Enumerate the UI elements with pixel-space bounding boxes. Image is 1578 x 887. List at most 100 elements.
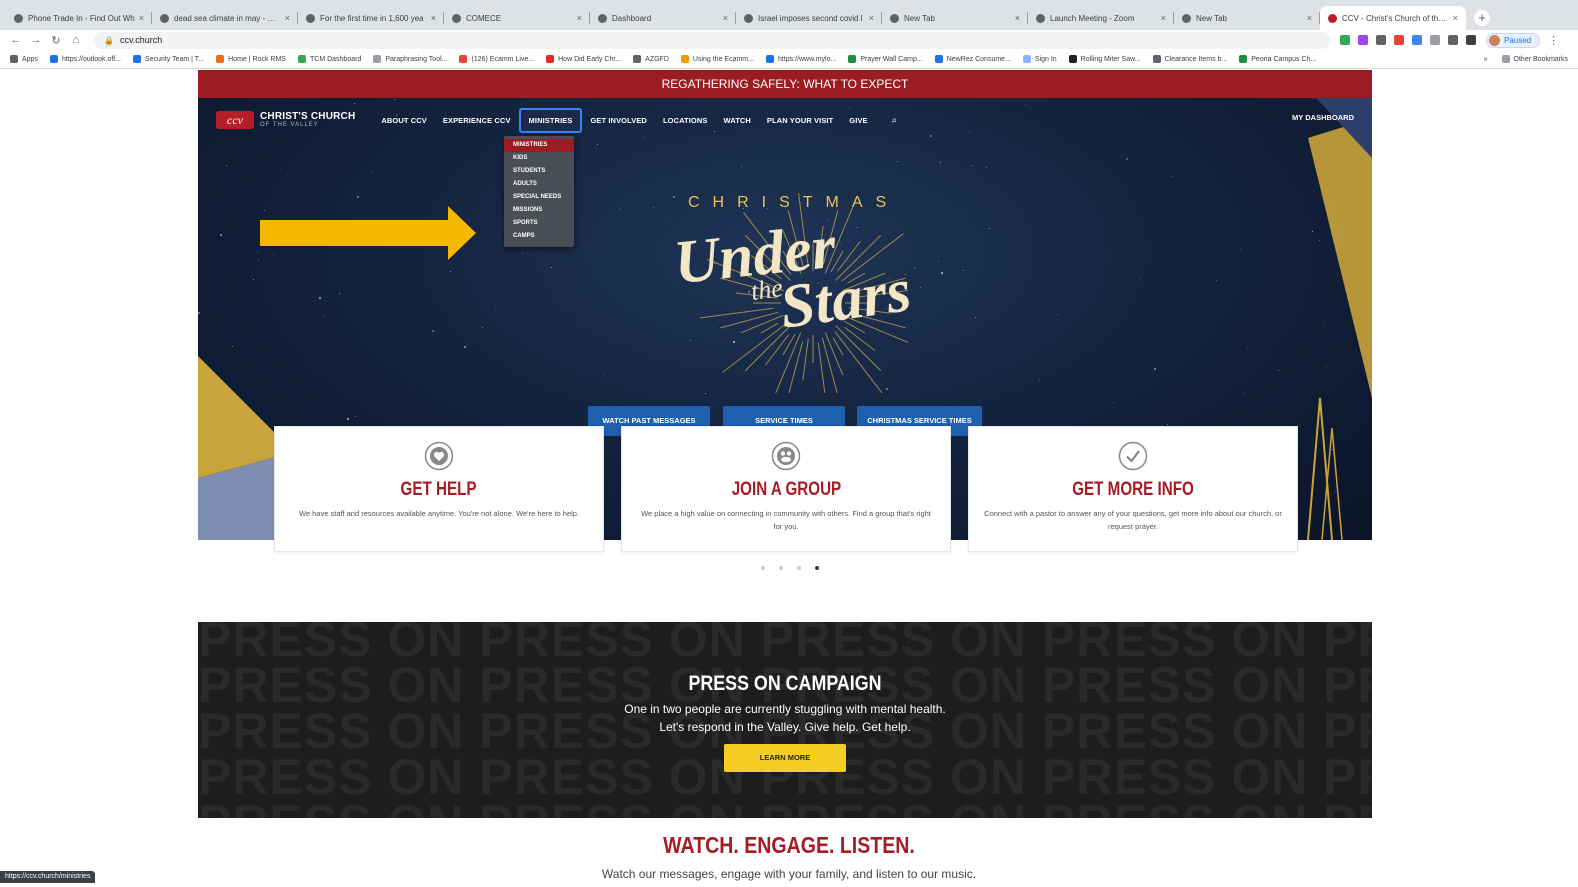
dropdown-item-students[interactable]: STUDENTS — [504, 165, 574, 178]
press-on-section: PRESS ON PRESS ON PRESS ON PRESS ON PRES… — [198, 622, 1372, 818]
folder-icon — [1501, 55, 1510, 63]
other-bookmarks-folder[interactable]: Other Bookmarks — [1501, 55, 1568, 63]
bookmark-item[interactable]: Sign In — [1022, 55, 1057, 63]
dropdown-item-camps[interactable]: CAMPS — [504, 230, 574, 243]
forward-icon[interactable]: → — [26, 34, 46, 46]
bookmark-item[interactable]: (126) Ecamm Live... — [459, 55, 534, 63]
extension-icon[interactable] — [1448, 35, 1458, 45]
my-dashboard-link[interactable]: MY DASHBOARD — [1292, 113, 1354, 122]
home-icon[interactable]: ⌂ — [66, 34, 86, 46]
nav-item-experience-ccv[interactable]: EXPERIENCE CCV — [435, 110, 519, 131]
browser-tab[interactable]: CCV - Christ's Church of the V × — [1320, 6, 1466, 30]
bookmark-item[interactable]: Paraphrasing Tool... — [373, 55, 447, 63]
back-icon[interactable]: ← — [6, 34, 26, 46]
profile-button[interactable]: Paused — [1486, 32, 1541, 48]
carousel-dot[interactable] — [761, 566, 765, 570]
carousel-dot[interactable] — [797, 566, 801, 570]
nav-item-ministries[interactable]: MINISTRIES — [518, 107, 583, 133]
bookmark-item[interactable]: TCM Dashboard — [297, 55, 361, 63]
new-tab-button[interactable]: + — [1474, 10, 1490, 26]
search-icon[interactable]: ⌕ — [892, 115, 898, 126]
nav-item-plan-your-visit[interactable]: PLAN YOUR VISIT — [759, 110, 841, 131]
group-icon — [771, 441, 801, 471]
bookmark-icon — [848, 55, 857, 63]
dropdown-item-special-needs[interactable]: SPECIAL NEEDS — [504, 191, 574, 204]
close-tab-icon[interactable]: × — [431, 13, 436, 23]
dropdown-item-sports[interactable]: SPORTS — [504, 217, 574, 230]
browser-tab[interactable]: Launch Meeting - Zoom × — [1028, 6, 1174, 30]
menu-kebab-icon[interactable]: ⋮ — [1548, 34, 1559, 47]
close-tab-icon[interactable]: × — [869, 13, 874, 23]
bookmark-item[interactable]: Peoria Campus Ch... — [1239, 55, 1316, 63]
tab-title: dead sea climate in may - Goo — [174, 13, 281, 23]
bookmark-label: Rolling Miter Saw... — [1080, 55, 1141, 63]
join-a-group-card[interactable]: JOIN A GROUP We place a high value on co… — [621, 426, 951, 552]
bookmark-item[interactable]: Apps — [10, 55, 38, 63]
extension-icon[interactable] — [1394, 35, 1404, 45]
address-bar[interactable]: 🔒 ccv.church ☆ — [94, 31, 1330, 50]
bookmark-item[interactable]: Clearance Items b... — [1152, 55, 1227, 63]
annotation-arrow-icon — [260, 206, 476, 260]
extension-icon[interactable] — [1430, 35, 1440, 45]
bookmark-item[interactable]: https://outlook.off... — [49, 55, 121, 63]
announcement-banner[interactable]: REGATHERING SAFELY: WHAT TO EXPECT — [198, 70, 1372, 98]
bookmarks-bar: Apps https://outlook.off... Security Team … — [0, 50, 1578, 69]
bookmark-label: https://www.mylo... — [777, 55, 837, 63]
dropdown-item-missions[interactable]: MISSIONS — [504, 204, 574, 217]
browser-tab[interactable]: COMECE × — [444, 6, 590, 30]
puzzle-icon[interactable] — [1466, 35, 1476, 45]
bookmark-item[interactable]: Security Team | T... — [133, 55, 204, 63]
carousel-dot[interactable] — [815, 566, 819, 570]
browser-tab[interactable]: Phone Trade In - Find Out Wh × — [6, 6, 152, 30]
site-logo[interactable]: ccv CHRIST'S CHURCH OF THE VALLEY — [216, 111, 355, 129]
close-tab-icon[interactable]: × — [1161, 13, 1166, 23]
bookmark-item[interactable]: Rolling Miter Saw... — [1068, 55, 1141, 63]
press-on-title: PRESS ON CAMPAIGN — [688, 672, 882, 695]
bookmark-item[interactable]: Prayer Wall Camp... — [848, 55, 923, 63]
bookmark-item[interactable]: Home | Rock RMS — [216, 55, 286, 63]
bookmark-icon — [49, 55, 58, 63]
tab-title: CCV - Christ's Church of the V — [1342, 13, 1449, 23]
nav-item-get-involved[interactable]: GET INVOLVED — [582, 110, 654, 131]
learn-more-button[interactable]: LEARN MORE — [724, 744, 846, 772]
bookmark-star-icon[interactable]: ☆ — [104, 39, 113, 50]
bookmark-item[interactable]: Using the Ecamm... — [680, 55, 754, 63]
dropdown-item-ministries[interactable]: MINISTRIES — [504, 139, 574, 152]
close-tab-icon[interactable]: × — [1453, 13, 1458, 23]
browser-tab[interactable]: New Tab × — [1174, 6, 1320, 30]
browser-tab[interactable]: Dashboard × — [590, 6, 736, 30]
close-tab-icon[interactable]: × — [1307, 13, 1312, 23]
get-help-card[interactable]: GET HELP We have staff and resources ava… — [274, 426, 604, 552]
bookmark-icon — [1022, 55, 1031, 63]
watch-section-subtitle: Watch our messages, engage with your fam… — [601, 867, 977, 881]
extension-icon[interactable] — [1376, 35, 1386, 45]
browser-tab[interactable]: New Tab × — [882, 6, 1028, 30]
close-tab-icon[interactable]: × — [1015, 13, 1020, 23]
extension-icon[interactable] — [1340, 35, 1350, 45]
browser-tab[interactable]: dead sea climate in may - Goo × — [152, 6, 298, 30]
nav-item-watch[interactable]: WATCH — [715, 110, 758, 131]
nav-item-locations[interactable]: LOCATIONS — [655, 110, 716, 131]
reload-icon[interactable]: ↻ — [46, 34, 66, 47]
nav-item-about-ccv[interactable]: ABOUT CCV — [373, 110, 434, 131]
carousel-dot[interactable] — [779, 566, 783, 570]
browser-tab[interactable]: Israel imposes second covid l × — [736, 6, 882, 30]
bookmark-item[interactable]: https://www.mylo... — [765, 55, 837, 63]
browser-tab[interactable]: For the first time in 1,600 yea × — [298, 6, 444, 30]
bookmarks-more-button[interactable]: » — [1484, 56, 1488, 63]
extension-icon[interactable] — [1358, 35, 1368, 45]
close-tab-icon[interactable]: × — [723, 13, 728, 23]
dropdown-item-kids[interactable]: KIDS — [504, 152, 574, 165]
bookmark-item[interactable]: AZGFD — [633, 55, 669, 63]
bookmark-label: NewRez Consume... — [946, 55, 1011, 63]
bookmark-item[interactable]: How Did Early Chr... — [546, 55, 621, 63]
get-more-info-card[interactable]: GET MORE INFO Connect with a pastor to a… — [968, 426, 1298, 552]
extension-icon[interactable] — [1412, 35, 1422, 45]
bookmark-item[interactable]: NewRez Consume... — [934, 55, 1011, 63]
nav-item-give[interactable]: GIVE — [841, 110, 875, 131]
dropdown-item-adults[interactable]: ADULTS — [504, 178, 574, 191]
close-tab-icon[interactable]: × — [285, 13, 290, 23]
bookmark-label: Sign In — [1034, 55, 1057, 63]
close-tab-icon[interactable]: × — [577, 13, 582, 23]
close-tab-icon[interactable]: × — [139, 13, 144, 23]
